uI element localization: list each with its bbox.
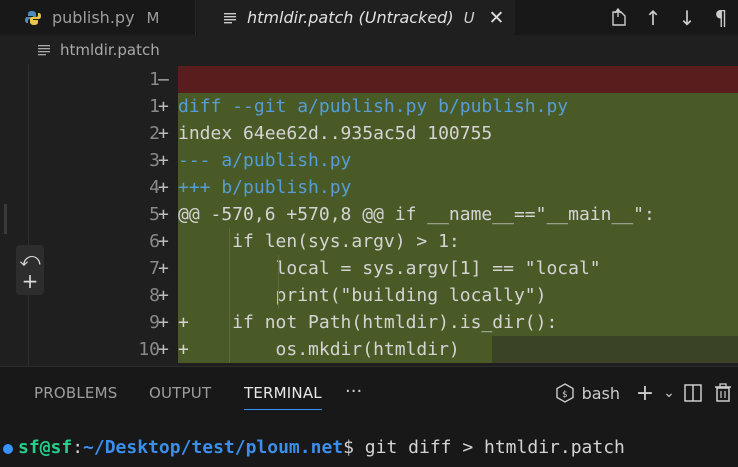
editor-line[interactable]: 10 + + os.mkdir(htmldir) <box>0 336 738 363</box>
more-actions-icon[interactable]: ··· <box>345 381 362 402</box>
terminal-path: ~/Desktop/test/ploum.net <box>83 437 344 458</box>
diff-marker: — <box>158 69 169 90</box>
editor-line[interactable]: 7 + local = sys.argv[1] == "local" <box>0 255 738 282</box>
indent-guide <box>229 228 230 363</box>
revert-icon[interactable]: ⤺ <box>19 248 40 270</box>
line-number: 7 <box>149 258 160 279</box>
diff-marker: + <box>158 339 169 360</box>
diff-marker: + <box>158 150 169 171</box>
close-icon[interactable]: ✕ <box>489 7 505 29</box>
line-number: 1 <box>149 96 160 117</box>
diff-marker: + <box>158 312 169 333</box>
editor-line[interactable]: 1 + diff --git a/publish.py b/publish.py <box>0 93 738 120</box>
line-text: if len(sys.argv) > 1: <box>178 228 738 255</box>
revert-change-widget[interactable]: ⤺ + <box>16 245 44 295</box>
editor-line[interactable]: 9 + + if not Path(htmldir).is_dir(): <box>0 309 738 336</box>
arrow-up-icon[interactable]: ↑ <box>636 0 670 35</box>
tab-terminal[interactable]: TERMINAL <box>244 367 322 419</box>
prompt-symbol: $ <box>343 437 354 458</box>
command-status-dot <box>3 444 13 454</box>
python-icon <box>25 10 41 25</box>
line-text: print("building locally") <box>178 282 738 309</box>
diff-marker: + <box>158 96 169 117</box>
diff-marker: + <box>158 285 169 306</box>
editor-actions: ↑ ↓ ¶ <box>602 0 738 35</box>
line-text: + os.mkdir(htmldir) <box>178 336 492 363</box>
chevron-down-icon[interactable]: ⌄ <box>660 385 678 401</box>
editor-line[interactable]: 2 + index 64ee62d..935ac5d 100755 <box>0 120 738 147</box>
breadcrumb-file[interactable]: htmldir.patch <box>60 41 160 59</box>
diff-marker: + <box>158 204 169 225</box>
diff-editor[interactable]: 1 — 1 + diff --git a/publish.py b/publis… <box>0 64 738 366</box>
line-number: 5 <box>149 204 160 225</box>
line-text: @@ -570,6 +570,8 @@ if __name__=="__main… <box>178 201 738 228</box>
lines-icon <box>224 12 236 23</box>
new-terminal-icon[interactable]: + <box>630 381 660 406</box>
untracked-badge: U <box>463 8 475 27</box>
line-number: 3 <box>149 150 160 171</box>
terminal-user: sf@sf <box>18 437 73 458</box>
line-number: 8 <box>149 285 160 306</box>
stage-add-icon[interactable]: + <box>22 270 39 292</box>
terminal-output[interactable]: sf@sf:~/Desktop/test/ploum.net$ git diff… <box>0 435 738 465</box>
editor-line[interactable]: 4 + +++ b/publish.py <box>0 174 738 201</box>
line-text: local = sys.argv[1] == "local" <box>178 255 738 282</box>
lines-icon <box>38 44 50 55</box>
line-number: 10 <box>138 339 160 360</box>
tab-problems[interactable]: PROBLEMS <box>34 367 117 419</box>
editor-line[interactable]: 1 — <box>0 66 738 93</box>
terminal-command: git diff > htmldir.patch <box>353 437 625 458</box>
line-number: 2 <box>149 123 160 144</box>
terminal-line: sf@sf:~/Desktop/test/ploum.net$ git diff… <box>18 437 625 458</box>
editor-tab-bar: publish.py M htmldir.patch (Untracked) U… <box>0 0 738 35</box>
line-number: 6 <box>149 231 160 252</box>
arrow-down-icon[interactable]: ↓ <box>670 0 704 35</box>
modified-badge: M <box>146 8 160 27</box>
tab-htmldir-patch[interactable]: htmldir.patch (Untracked) U ✕ <box>197 0 515 35</box>
diff-marker: + <box>158 258 169 279</box>
tab-output[interactable]: OUTPUT <box>149 367 211 419</box>
diff-marker: + <box>158 231 169 252</box>
tab-publish-py[interactable]: publish.py M <box>0 0 196 35</box>
indent-guide <box>278 255 279 309</box>
svg-text:$: $ <box>562 390 567 400</box>
diff-marker: + <box>158 123 169 144</box>
split-terminal-icon[interactable] <box>678 383 708 403</box>
shell-selector[interactable]: $ bash <box>555 383 620 403</box>
line-number: 4 <box>149 177 160 198</box>
trash-icon[interactable] <box>708 383 738 403</box>
line-text: diff --git a/publish.py b/publish.py <box>178 93 738 120</box>
editor-line[interactable]: 5 + @@ -570,6 +570,8 @@ if __name__=="__… <box>0 201 738 228</box>
pilcrow-icon[interactable]: ¶ <box>704 0 738 35</box>
shell-label: bash <box>581 383 620 403</box>
line-number: 1 <box>149 69 160 90</box>
line-text: --- a/publish.py <box>178 147 738 174</box>
line-text: + if not Path(htmldir).is_dir(): <box>178 309 738 336</box>
editor-line[interactable]: 6 + if len(sys.argv) > 1: <box>0 228 738 255</box>
diff-marker: + <box>158 177 169 198</box>
line-text <box>178 66 738 93</box>
editor-line[interactable]: 8 + print("building locally") <box>0 282 738 309</box>
terminal-shell-icon: $ <box>555 383 574 403</box>
bottom-panel: PROBLEMS OUTPUT TERMINAL ··· $ bash + ⌄ … <box>0 366 738 467</box>
line-text: +++ b/publish.py <box>178 174 738 201</box>
line-highlight <box>492 336 738 363</box>
panel-toolbar: $ bash + ⌄ <box>555 367 738 419</box>
breadcrumb: htmldir.patch <box>0 35 738 64</box>
line-number: 9 <box>149 312 160 333</box>
line-text: index 64ee62d..935ac5d 100755 <box>178 120 738 147</box>
tab-label: publish.py <box>52 8 135 27</box>
open-changes-icon[interactable] <box>602 0 636 35</box>
editor-line[interactable]: 3 + --- a/publish.py <box>0 147 738 174</box>
tab-label: htmldir.patch (Untracked) <box>247 8 454 27</box>
